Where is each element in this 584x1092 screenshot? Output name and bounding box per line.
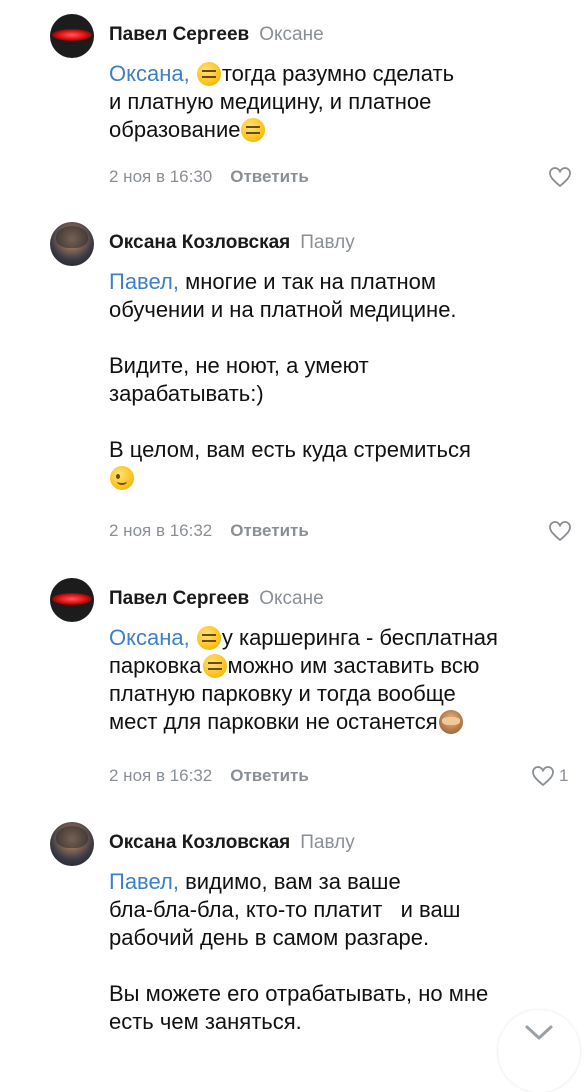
reply-button[interactable]: Ответить (230, 766, 309, 785)
text-line: многие и так на платном (185, 269, 437, 294)
avatar-image (52, 29, 92, 41)
expressionless-face-icon (202, 654, 227, 678)
avatar[interactable] (50, 578, 94, 622)
text-line: бла-бла-бла, кто-то платит и ваш (109, 897, 461, 922)
comment-header: Павел Сергеев Оксане (109, 22, 324, 48)
mention-link[interactable]: Павел, (109, 269, 179, 294)
author-name[interactable]: Павел Сергеев (109, 24, 249, 45)
reply-to-name[interactable]: Оксане (259, 588, 323, 609)
author-name[interactable]: Павел Сергеев (109, 588, 249, 609)
heart-outline-icon (532, 766, 554, 787)
comment-date[interactable]: 2 ноя в 16:32 (109, 521, 212, 540)
mention-link[interactable]: Оксана, (109, 625, 190, 650)
like-button[interactable] (548, 165, 572, 189)
reply-to-name[interactable]: Павлу (300, 832, 354, 853)
text-line: можно им заставить всю (227, 653, 480, 678)
comment-header: Оксана Козловская Павлу (109, 230, 355, 256)
like-button[interactable]: 1 (531, 764, 568, 788)
see-no-evil-monkey-icon (438, 710, 463, 734)
reply-button[interactable]: Ответить (230, 167, 309, 186)
heart-outline-icon (549, 521, 571, 542)
expressionless-face-icon (196, 62, 221, 86)
comment-meta: 2 ноя в 16:32 Ответить (109, 764, 309, 788)
text-line: обучении и на платной медицине. (109, 297, 457, 322)
text-line: тогда разумно сделать (221, 61, 455, 86)
mention-link[interactable]: Павел, (109, 869, 179, 894)
comment-date[interactable]: 2 ноя в 16:32 (109, 766, 212, 785)
text-line: платную парковку и тогда вообще (109, 681, 456, 706)
comment-date[interactable]: 2 ноя в 16:30 (109, 167, 212, 186)
comment-text: Оксана, у каршеринга - бесплатная парков… (109, 624, 579, 736)
winking-face-icon (110, 466, 134, 490)
comment-text: Павел, многие и так на платном обучении … (109, 268, 579, 492)
text-line: образование (109, 117, 241, 142)
author-name[interactable]: Оксана Козловская (109, 232, 290, 253)
text-line: есть чем заняться. (109, 1009, 302, 1034)
comment-text: Оксана, тогда разумно сделать и платную … (109, 60, 579, 144)
comment-header: Павел Сергеев Оксане (109, 586, 324, 612)
text-line: видимо, вам за ваше (185, 869, 401, 894)
chevron-down-icon (525, 1025, 553, 1040)
avatar[interactable] (50, 822, 94, 866)
text-line: у каршеринга - бесплатная (221, 625, 498, 650)
expressionless-face-icon (196, 626, 221, 650)
expressionless-face-icon (241, 118, 266, 142)
text-line: и платную медицину, и платное (109, 89, 432, 114)
like-button[interactable] (548, 519, 572, 543)
text-line: мест для парковки не останется (109, 709, 438, 734)
reply-to-name[interactable]: Павлу (300, 232, 354, 253)
comment-meta: 2 ноя в 16:32 Ответить (109, 519, 309, 543)
comment-meta: 2 ноя в 16:30 Ответить (109, 165, 309, 189)
text-line: В целом, вам есть куда стремиться (109, 437, 471, 462)
text-line: Вы можете его отрабатывать, но мне (109, 981, 489, 1006)
scroll-down-button[interactable] (498, 1010, 580, 1092)
text-line: рабочий день в самом разгаре. (109, 925, 430, 950)
reply-to-name[interactable]: Оксане (259, 24, 323, 45)
author-name[interactable]: Оксана Козловская (109, 832, 290, 853)
avatar-image (56, 826, 88, 848)
avatar[interactable] (50, 222, 94, 266)
text-line: парковка (109, 653, 202, 678)
mention-link[interactable]: Оксана, (109, 61, 190, 86)
avatar-image (56, 226, 88, 248)
avatar-image (52, 593, 92, 605)
reply-button[interactable]: Ответить (230, 521, 309, 540)
text-line: Видите, не ноют, а умеют (109, 353, 369, 378)
comment-header: Оксана Козловская Павлу (109, 830, 355, 856)
text-line: зарабатывать:) (109, 381, 264, 406)
comment-text: Павел, видимо, вам за ваше бла-бла-бла, … (109, 868, 579, 1036)
heart-outline-icon (549, 167, 571, 188)
avatar[interactable] (50, 14, 94, 58)
like-count: 1 (559, 766, 569, 785)
